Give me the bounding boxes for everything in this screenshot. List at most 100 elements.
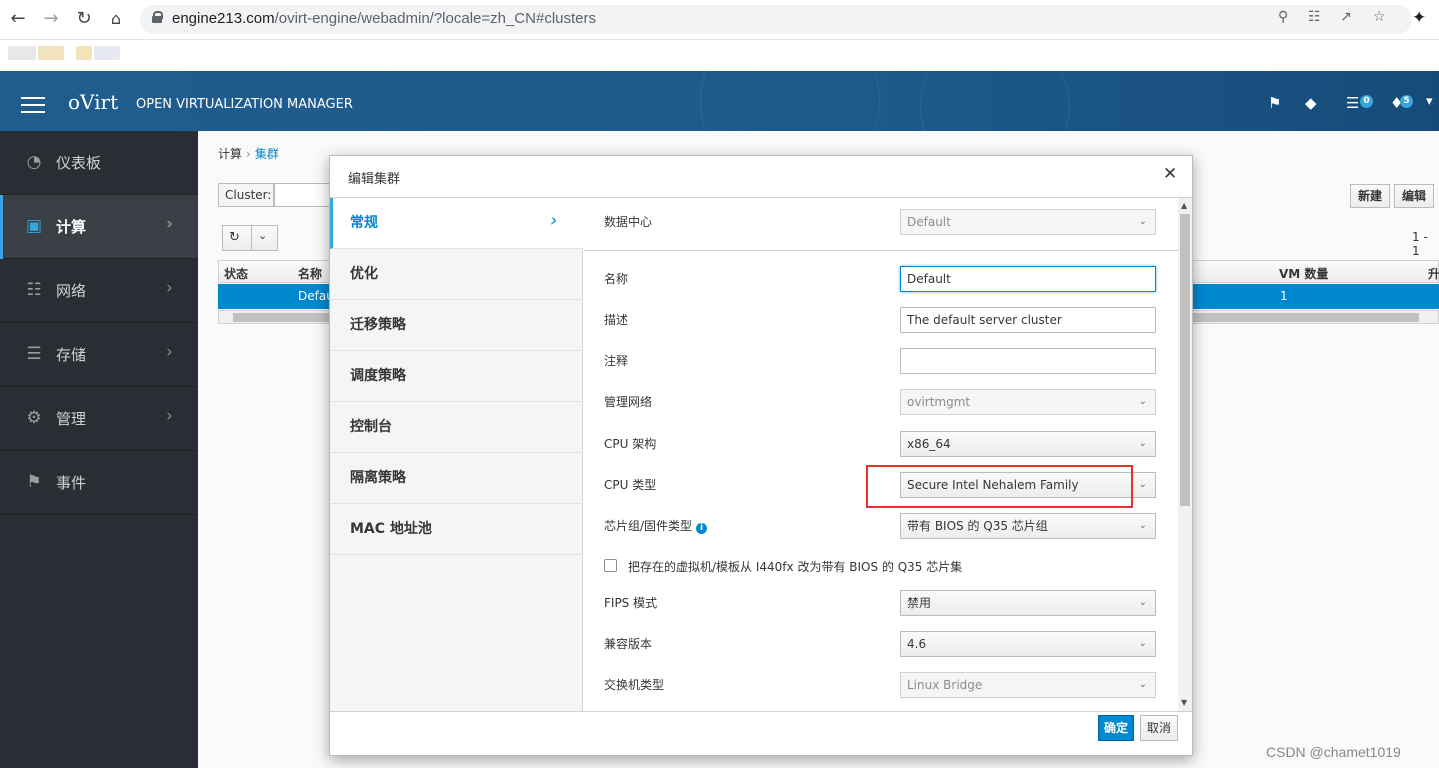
- events-badge: 5: [1400, 95, 1413, 108]
- select-value: 4.6: [907, 637, 927, 651]
- tasks-icon[interactable]: ☰: [1346, 94, 1359, 112]
- tab-scheduling-policy[interactable]: 调度策略: [330, 351, 583, 402]
- sidebar-item-admin[interactable]: ⚙ 管理 ›: [0, 387, 198, 451]
- name-label: 名称: [604, 272, 629, 286]
- header-decoration: [700, 71, 880, 131]
- cpu-arch-label: CPU 架构: [604, 437, 657, 451]
- comment-field[interactable]: [900, 348, 1156, 374]
- chevron-down-icon: ⌄: [1138, 396, 1147, 407]
- scroll-down-icon[interactable]: ▼: [1181, 698, 1187, 707]
- column-header[interactable]: 名称: [298, 265, 322, 282]
- general-form: 数据中心 Default ⌄ 名称 Default 描述 The default …: [584, 198, 1178, 711]
- search-prefix: Cluster:: [218, 183, 274, 207]
- chevron-down-icon: ⌄: [1138, 638, 1147, 649]
- scrollbar-thumb[interactable]: [1180, 214, 1190, 506]
- chevron-down-icon: ⌄: [1138, 479, 1147, 490]
- left-sidebar: ◔ 仪表板 ▣ 计算 › ☷ 网络 › ☰ 存储 › ⚙ 管理 › ⚑ 事件: [0, 131, 198, 768]
- chevron-down-icon: ⌄: [1138, 216, 1147, 227]
- chipset-label-text: 芯片组/固件类型: [604, 519, 693, 533]
- sidebar-item-label: 计算: [56, 218, 87, 236]
- sidebar-item-dashboard[interactable]: ◔ 仪表板: [0, 131, 198, 195]
- search-input[interactable]: [274, 183, 334, 207]
- tab-label: 调度策略: [350, 368, 406, 384]
- browser-toolbar: ← → ↻ ⌂ engine213.com/ovirt-engine/webad…: [0, 0, 1439, 40]
- column-header[interactable]: 升: [1428, 265, 1439, 282]
- datacenter-label: 数据中心: [604, 215, 653, 229]
- tab-fencing-policy[interactable]: 隔离策略: [330, 453, 583, 504]
- sidebar-item-network[interactable]: ☷ 网络 ›: [0, 259, 198, 323]
- chevron-down-icon: ⌄: [1138, 438, 1147, 449]
- tab-label: MAC 地址池: [350, 521, 432, 537]
- chipset-select[interactable]: 带有 BIOS 的 Q35 芯片组 ⌄: [900, 513, 1156, 539]
- extensions-icon[interactable]: ✦: [1412, 8, 1426, 28]
- chevron-down-icon[interactable]: ⌄: [258, 229, 267, 242]
- tab-label: 优化: [350, 266, 378, 282]
- tasks-badge: 0: [1360, 95, 1373, 108]
- cpu-arch-select[interactable]: x86_64 ⌄: [900, 431, 1156, 457]
- dashboard-icon: ◔: [26, 152, 42, 172]
- address-bar[interactable]: engine213.com/ovirt-engine/webadmin/?loc…: [140, 5, 1412, 34]
- info-icon[interactable]: i: [696, 523, 708, 534]
- select-value: Default: [907, 215, 951, 229]
- translate-icon[interactable]: ☷: [1308, 9, 1321, 25]
- bookmark-item[interactable]: [76, 46, 92, 60]
- ok-button[interactable]: 确定: [1098, 715, 1134, 741]
- tab-mac-pool[interactable]: MAC 地址池: [330, 504, 583, 555]
- chevron-down-icon: ⌄: [1138, 520, 1147, 531]
- change-chipset-checkbox[interactable]: [604, 559, 617, 572]
- breadcrumb-current: 集群: [254, 147, 279, 161]
- column-header[interactable]: 状态: [224, 265, 248, 282]
- sidebar-item-label: 仪表板: [56, 154, 102, 172]
- dialog-tabs: 常规 › 优化 迁移策略 调度策略 控制台 隔离策略 MAC 地址池: [330, 198, 583, 711]
- datacenter-select: Default ⌄: [900, 209, 1156, 235]
- cell-vm-count: 1: [1280, 289, 1288, 303]
- bookmark-item[interactable]: [94, 46, 120, 60]
- sidebar-item-storage[interactable]: ☰ 存储 ›: [0, 323, 198, 387]
- tab-migration-policy[interactable]: 迁移策略: [330, 300, 583, 351]
- bookmark-item[interactable]: [8, 46, 36, 60]
- cancel-button[interactable]: 取消: [1140, 715, 1178, 741]
- menu-toggle-icon[interactable]: [21, 97, 45, 113]
- vertical-scrollbar[interactable]: ▲ ▼: [1178, 198, 1192, 711]
- sidebar-item-events[interactable]: ⚑ 事件: [0, 451, 198, 515]
- chevron-right-icon: ›: [166, 278, 173, 298]
- bookmark-item[interactable]: [38, 46, 64, 60]
- sidebar-item-compute[interactable]: ▣ 计算 ›: [0, 195, 198, 259]
- scroll-up-icon[interactable]: ▲: [1181, 201, 1187, 210]
- chevron-right-icon: ›: [166, 342, 173, 362]
- sidebar-item-label: 存储: [56, 346, 87, 364]
- tab-label: 常规: [350, 215, 378, 231]
- breadcrumb-parent[interactable]: 计算: [218, 147, 242, 161]
- refresh-button[interactable]: ↻ ⌄: [222, 225, 278, 251]
- chevron-down-icon: ⌄: [1138, 679, 1147, 690]
- key-icon[interactable]: ⚲: [1278, 9, 1288, 25]
- home-icon[interactable]: ⌂: [105, 8, 127, 30]
- compat-version-select[interactable]: 4.6 ⌄: [900, 631, 1156, 657]
- description-field[interactable]: The default server cluster: [900, 307, 1156, 333]
- new-button[interactable]: 新建: [1350, 184, 1391, 208]
- select-value: x86_64: [907, 437, 951, 451]
- ovirt-logo: oVirt: [68, 90, 119, 114]
- user-menu-icon[interactable]: ▾: [1426, 94, 1433, 109]
- column-header[interactable]: VM 数量: [1279, 265, 1328, 282]
- tab-optimization[interactable]: 优化: [330, 249, 583, 300]
- fips-select[interactable]: 禁用 ⌄: [900, 590, 1156, 616]
- tab-general[interactable]: 常规 ›: [330, 198, 583, 249]
- forward-icon[interactable]: →: [40, 8, 62, 30]
- close-icon[interactable]: ✕: [1163, 164, 1177, 184]
- chipset-label: 芯片组/固件类型 i: [604, 517, 708, 534]
- bookmark-icon[interactable]: ⚑: [1268, 94, 1281, 112]
- mgmt-network-select: ovirtmgmt ⌄: [900, 389, 1156, 415]
- tag-icon[interactable]: ◆: [1305, 94, 1317, 112]
- star-icon[interactable]: ☆: [1373, 9, 1386, 25]
- tab-console[interactable]: 控制台: [330, 402, 583, 453]
- edit-button[interactable]: 编辑: [1394, 184, 1435, 208]
- description-label: 描述: [604, 313, 629, 327]
- share-icon[interactable]: ↗: [1340, 9, 1352, 25]
- chevron-right-icon: ›: [550, 210, 558, 231]
- comment-label: 注释: [604, 354, 629, 368]
- pager-info: 1 - 1: [1412, 230, 1428, 258]
- reload-icon[interactable]: ↻: [73, 8, 95, 30]
- name-field[interactable]: Default: [900, 266, 1156, 292]
- back-icon[interactable]: ←: [7, 8, 29, 30]
